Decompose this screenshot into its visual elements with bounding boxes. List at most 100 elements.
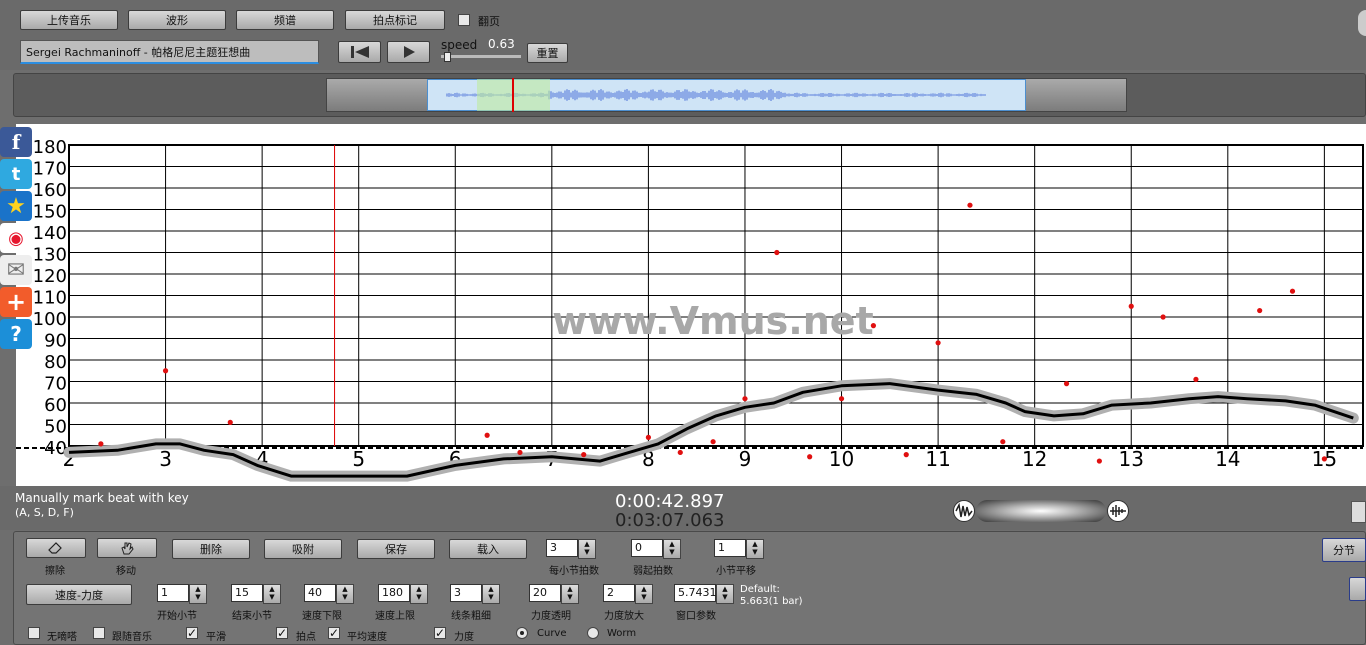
tempo-dynamics-button[interactable]: 速度-力度 — [26, 584, 132, 605]
beat-point — [227, 419, 233, 425]
upload-music-button[interactable]: 上传音乐 — [20, 10, 118, 30]
delete-button[interactable]: 删除 — [172, 539, 250, 559]
no-tick-checkbox[interactable] — [28, 627, 40, 639]
save-button[interactable]: 保存 — [357, 539, 435, 559]
smooth-checkbox[interactable]: ✓ — [186, 627, 198, 639]
rewind-button[interactable] — [338, 41, 381, 63]
spectrum-view-icon[interactable] — [1107, 500, 1129, 522]
beat-point — [1321, 456, 1327, 462]
beat-point — [98, 441, 104, 447]
tempo-min-stepper[interactable]: 40 ▲ ▼ — [304, 584, 356, 604]
avg-tempo-label: 平均速度 — [347, 632, 387, 643]
beat-point — [1063, 381, 1070, 387]
stepper-arrows[interactable]: ▲ ▼ — [336, 584, 354, 604]
line-width-value[interactable]: 3 — [450, 584, 482, 602]
beat-point — [1160, 314, 1166, 320]
end-bar-stepper[interactable]: 15 ▲ ▼ — [231, 584, 283, 604]
right-edge-handle[interactable] — [1358, 10, 1366, 36]
dyn-transparency-value[interactable]: 20 — [529, 584, 561, 602]
tempo-max-value[interactable]: 180 — [378, 584, 410, 602]
y-tick-label: 50 — [44, 417, 67, 438]
x-tick-label: 11 — [925, 447, 950, 471]
speed-value: 0.63 — [488, 37, 515, 51]
stepper-arrows[interactable]: ▲ ▼ — [189, 584, 207, 604]
mail-icon[interactable]: ✉ — [0, 255, 32, 285]
stepper-arrows[interactable]: ▲ ▼ — [663, 539, 681, 559]
right-edge-button[interactable] — [1351, 501, 1366, 523]
stepper-arrows[interactable]: ▲ ▼ — [410, 584, 428, 604]
waveform-button[interactable]: 波形 — [128, 10, 226, 30]
start-bar-stepper[interactable]: 1 ▲ ▼ — [157, 584, 209, 604]
reset-speed-button[interactable]: 重置 — [527, 43, 568, 63]
bar-offset-stepper[interactable]: 1 ▲ ▼ — [714, 539, 766, 559]
y-tick-label: 80 — [44, 352, 67, 373]
y-tick-label: 120 — [33, 266, 67, 287]
default-text-line2: 5.663(1 bar) — [740, 596, 803, 607]
y-tick-label: 110 — [33, 288, 67, 309]
line-width-stepper[interactable]: 3 ▲ ▼ — [450, 584, 502, 604]
curve-radio[interactable] — [516, 627, 528, 639]
beat-point — [774, 249, 780, 256]
beats-label: 拍点 — [296, 632, 316, 643]
stepper-arrows[interactable]: ▲ ▼ — [263, 584, 281, 604]
snap-button[interactable]: 吸附 — [264, 539, 342, 559]
avg-tempo-checkbox[interactable]: ✓ — [328, 627, 340, 639]
right-panel-button[interactable] — [1349, 577, 1366, 601]
dynamics-checkbox[interactable]: ✓ — [434, 627, 446, 639]
dyn-zoom-stepper[interactable]: 2 ▲ ▼ — [603, 584, 655, 604]
bar-offset-value[interactable]: 1 — [714, 539, 746, 557]
speed-slider-thumb[interactable] — [444, 52, 451, 62]
waveform-view-icon[interactable] — [953, 500, 975, 522]
erase-button[interactable] — [26, 538, 86, 558]
end-bar-value[interactable]: 15 — [231, 584, 263, 602]
stepper-arrows[interactable]: ▲ ▼ — [716, 584, 734, 604]
beats-per-bar-value[interactable]: 3 — [546, 539, 578, 557]
overview-playhead[interactable] — [512, 78, 514, 112]
window-param-value[interactable]: 5.7431 — [674, 584, 717, 602]
star-favorite-icon[interactable]: ★ — [0, 191, 32, 221]
start-bar-value[interactable]: 1 — [157, 584, 189, 602]
window-param-stepper[interactable]: 5.7431 ▲ ▼ — [674, 584, 736, 604]
spectrum-button[interactable]: 频谱 — [236, 10, 334, 30]
page-turn-checkbox[interactable] — [458, 14, 470, 26]
worm-radio[interactable] — [587, 627, 599, 639]
y-tick-label: 130 — [33, 245, 67, 266]
load-button[interactable]: 载入 — [449, 539, 527, 559]
pickup-beats-value[interactable]: 0 — [631, 539, 663, 557]
pickup-beats-stepper[interactable]: 0 ▲ ▼ — [631, 539, 683, 559]
stepper-arrows[interactable]: ▲ ▼ — [561, 584, 579, 604]
tempo-chart[interactable]: 4050607080901001101201301401501601701802… — [16, 124, 1366, 486]
volume-slider[interactable] — [976, 500, 1106, 522]
beat-point — [1128, 303, 1134, 309]
beat-point — [807, 454, 813, 460]
tempo-max-stepper[interactable]: 180 ▲ ▼ — [378, 584, 430, 604]
skip-back-icon — [350, 46, 369, 58]
pickup-beats-label: 弱起拍数 — [633, 566, 673, 577]
play-button[interactable] — [387, 41, 430, 63]
move-button[interactable] — [97, 538, 157, 558]
beat-mark-button[interactable]: 拍点标记 — [345, 10, 445, 30]
split-button[interactable]: 分节 — [1322, 538, 1366, 562]
beats-checkbox[interactable]: ✓ — [276, 627, 288, 639]
song-title-field[interactable]: Sergei Rachmaninoff - 帕格尼尼主题狂想曲 — [20, 40, 319, 64]
follow-music-checkbox[interactable] — [93, 627, 105, 639]
stepper-arrows[interactable]: ▲ ▼ — [482, 584, 500, 604]
facebook-icon[interactable]: f — [0, 127, 32, 157]
twitter-icon[interactable]: t — [0, 159, 32, 189]
stepper-arrows[interactable]: ▲ ▼ — [635, 584, 653, 604]
stepper-arrows[interactable]: ▲ ▼ — [578, 539, 596, 559]
speed-label: speed — [441, 38, 478, 52]
tempo-chart-area[interactable]: 40 50 60 70 80 90 100 110 120 130 140 150 160 170 180 2… — [16, 124, 1366, 486]
weibo-icon[interactable]: ◉ — [0, 223, 32, 253]
tempo-min-value[interactable]: 40 — [304, 584, 336, 602]
hand-icon — [121, 542, 134, 555]
stepper-arrows[interactable]: ▲ ▼ — [746, 539, 764, 559]
dyn-zoom-value[interactable]: 2 — [603, 584, 635, 602]
speed-slider-track[interactable] — [441, 55, 521, 58]
help-icon[interactable]: ? — [0, 319, 32, 349]
dyn-transparency-stepper[interactable]: 20 ▲ ▼ — [529, 584, 581, 604]
beats-per-bar-stepper[interactable]: 3 ▲ ▼ — [546, 539, 598, 559]
add-share-icon[interactable]: + — [0, 287, 32, 317]
beat-point — [1193, 376, 1199, 382]
move-label: 移动 — [116, 566, 136, 577]
